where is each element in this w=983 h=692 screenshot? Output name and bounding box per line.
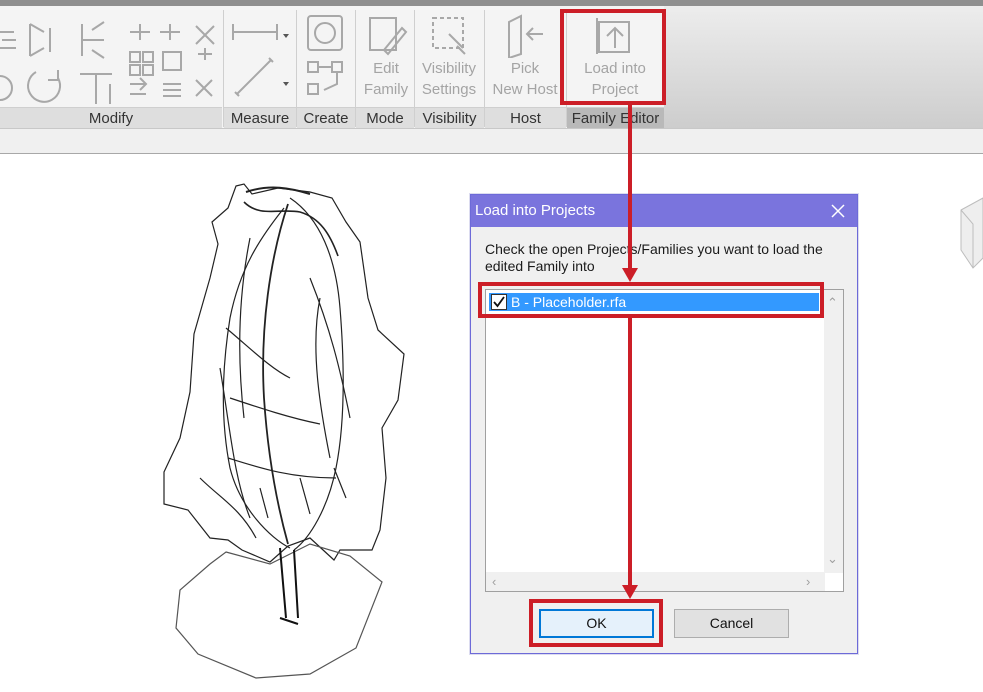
options-bar xyxy=(0,128,983,154)
scroll-right-icon[interactable]: › xyxy=(806,575,810,588)
ribbon-empty-area xyxy=(664,6,983,128)
edit-family-button[interactable]: Edit Family xyxy=(358,14,414,100)
arrow-down-icon xyxy=(622,268,638,282)
dialog-titlebar[interactable]: Load into Projects xyxy=(471,195,857,227)
panel-label-create[interactable]: Create xyxy=(297,107,355,128)
visibility-settings-icon xyxy=(432,17,466,55)
modify-tools-icons[interactable] xyxy=(0,10,222,105)
close-icon[interactable] xyxy=(827,200,849,222)
visibility-settings-label-2: Settings xyxy=(421,81,477,98)
visibility-settings-label-1: Visibility xyxy=(422,60,476,77)
vertical-scrollbar[interactable]: ⌃ ⌄ xyxy=(824,290,843,573)
dialog-title: Load into Projects xyxy=(475,202,596,219)
pick-new-host-icon xyxy=(508,14,543,58)
highlight-ok-button xyxy=(529,599,663,647)
create-tools-icons[interactable] xyxy=(302,10,352,100)
edit-family-icon xyxy=(369,17,408,56)
pick-new-host-label-1: Pick xyxy=(510,60,540,77)
edit-family-label-2: Family xyxy=(363,81,409,98)
highlight-list-item xyxy=(478,282,824,318)
scroll-up-icon[interactable]: ⌃ xyxy=(827,296,838,309)
pick-new-host-label-2: New Host xyxy=(492,81,558,98)
connector-line xyxy=(628,105,632,269)
tree-elevation-drawing xyxy=(163,183,405,679)
edit-family-label-1: Edit xyxy=(373,60,399,77)
panel-label-family-editor[interactable]: Family Editor xyxy=(567,107,664,128)
arrow-down-icon xyxy=(622,585,638,599)
load-into-projects-dialog: Load into Projects Check the open Projec… xyxy=(470,194,858,654)
pick-new-host-button[interactable]: Pick New Host xyxy=(486,14,564,100)
connector-line xyxy=(628,318,632,586)
view-cube-icon[interactable] xyxy=(955,196,983,276)
projects-listbox[interactable]: B - Placeholder.rfa ⌃ ⌄ ‹ › xyxy=(485,289,844,592)
panel-label-visibility[interactable]: Visibility xyxy=(415,107,484,128)
scroll-down-icon[interactable]: ⌄ xyxy=(827,552,838,565)
panel-label-host[interactable]: Host xyxy=(485,107,566,128)
panel-label-modify[interactable]: Modify xyxy=(0,107,222,128)
horizontal-scrollbar[interactable]: ‹ › xyxy=(486,572,825,591)
cancel-button[interactable]: Cancel xyxy=(674,609,789,638)
panel-label-mode[interactable]: Mode xyxy=(356,107,414,128)
scroll-left-icon[interactable]: ‹ xyxy=(492,575,496,588)
visibility-settings-button[interactable]: Visibility Settings xyxy=(416,14,482,100)
highlight-load-into-project xyxy=(560,9,666,105)
measure-tools-icons[interactable] xyxy=(225,12,293,100)
panel-label-measure[interactable]: Measure xyxy=(224,107,296,128)
dialog-message: Check the open Projects/Families you wan… xyxy=(485,241,823,274)
revit-family-editor: Edit Family Visibility Settings Pick New… xyxy=(0,0,983,692)
